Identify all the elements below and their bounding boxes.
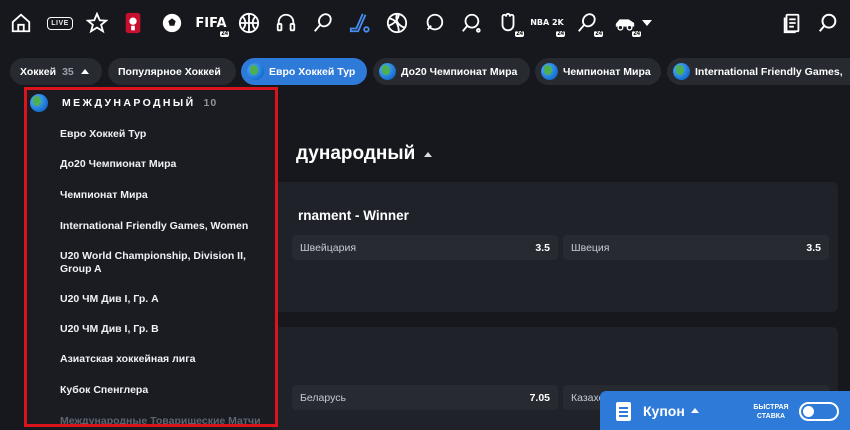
nba2k-icon[interactable]: NBA 2K 24 — [530, 8, 565, 38]
globe-icon — [30, 94, 48, 112]
odds-value: 7.05 — [529, 391, 550, 404]
globe-icon — [673, 63, 690, 80]
odds-team: Швеция — [571, 241, 610, 254]
dropdown-group-header: МЕЖДУНАРОДНЫЙ 10 — [30, 92, 217, 114]
sport-selector-count: 35 — [62, 65, 74, 78]
quick-bet-label: БЫСТРАЯ СТАВКА — [753, 404, 789, 420]
fifa-icon[interactable]: FIFA 24 — [194, 8, 229, 38]
pill-international-friendly-games[interactable]: International Friendly Games, — [667, 58, 850, 85]
pill-u20-world-championship[interactable]: До20 Чемпионат Мира — [373, 58, 530, 85]
globe-icon — [247, 63, 264, 80]
chevron-up-icon — [691, 408, 699, 413]
search-icon[interactable] — [813, 8, 843, 38]
coupon-bar[interactable]: Купон БЫСТРАЯ СТАВКА — [600, 391, 850, 430]
tennis-icon[interactable] — [308, 8, 338, 38]
football-icon[interactable] — [157, 8, 187, 38]
pill-label: Популярное Хоккей — [118, 65, 221, 78]
competition-filter-row: Хоккей 35 Популярное Хоккей Евро Хоккей … — [0, 55, 850, 87]
pill-popular-hockey[interactable]: Популярное Хоккей — [108, 58, 236, 85]
dropdown-item[interactable]: International Friendly Games, Women — [60, 220, 275, 233]
chevron-up-icon — [80, 69, 89, 74]
home-icon[interactable] — [6, 8, 36, 38]
odds-value: 3.5 — [806, 241, 821, 254]
chevron-up-icon — [424, 151, 433, 157]
globe-icon — [379, 63, 396, 80]
dropdown-item[interactable]: Чемпионат Мира — [60, 189, 275, 202]
coupon-document-icon — [616, 402, 631, 421]
pill-label: До20 Чемпионат Мира — [401, 65, 518, 78]
odds-button[interactable]: Швеция 3.5 — [563, 235, 829, 260]
pill-label: Евро Хоккей Тур — [269, 65, 356, 78]
volleyball-icon[interactable] — [382, 8, 412, 38]
live-icon[interactable]: LIVE — [45, 8, 75, 38]
dropdown-item[interactable]: U20 ЧМ Див I, Гр. А — [60, 293, 275, 306]
section-title[interactable]: дународный — [296, 143, 433, 165]
group-count: 10 — [203, 97, 218, 109]
esports-headset-icon[interactable] — [271, 8, 301, 38]
toggle-knob — [803, 406, 814, 417]
dropdown-item[interactable]: Кубок Спенглера — [60, 384, 275, 397]
group-label: МЕЖДУНАРОДНЫЙ — [62, 97, 196, 109]
pill-label: Чемпионат Мира — [563, 65, 651, 78]
star-favorites-icon[interactable] — [82, 8, 112, 38]
pill-world-championship[interactable]: Чемпионат Мира — [535, 58, 661, 85]
dropdown-item[interactable]: U20 World Championship, Division II, Gro… — [60, 250, 275, 276]
quick-bet-toggle[interactable] — [799, 402, 839, 421]
odds-team: Беларусь — [300, 391, 346, 404]
dropdown-item[interactable]: До20 Чемпионат Мира — [60, 158, 275, 171]
handball-icon[interactable] — [419, 8, 449, 38]
market-title: rnament - Winner — [298, 208, 409, 223]
odds-button[interactable]: Беларусь 7.05 — [292, 385, 558, 410]
competitions-dropdown: МЕЖДУНАРОДНЫЙ 10 Евро Хоккей Тур До20 Че… — [24, 87, 278, 427]
odds-button[interactable]: Швейцария 3.5 — [292, 235, 558, 260]
odds-team: Казахс — [571, 391, 604, 404]
hockey-icon[interactable] — [345, 8, 375, 38]
sports-nav-bar: LIVE FIFA 24 24 NBA 2K 24 24 24 — [0, 0, 850, 46]
table-tennis-icon[interactable] — [456, 8, 486, 38]
more-sports-chevron-icon[interactable] — [636, 8, 658, 38]
fighting-icon[interactable]: 24 — [493, 8, 524, 38]
odds-value: 3.5 — [535, 241, 550, 254]
pill-label: International Friendly Games, — [695, 65, 843, 78]
odds-team: Швейцария — [300, 241, 357, 254]
tennis-24-icon[interactable]: 24 — [572, 8, 603, 38]
sport-selector-label: Хоккей — [20, 65, 57, 78]
coupon-label: Купон — [643, 403, 685, 419]
globe-icon — [541, 63, 558, 80]
sport-selector-pill[interactable]: Хоккей 35 — [10, 58, 102, 85]
dropdown-item[interactable]: Азиатская хоккейная лига — [60, 353, 275, 366]
dropdown-item[interactable]: Евро Хоккей Тур — [60, 128, 275, 141]
basketball-icon[interactable] — [234, 8, 264, 38]
dropdown-item[interactable]: Международные Товарищеские Матчи — [60, 415, 275, 424]
betslip-document-icon[interactable] — [777, 8, 807, 38]
pill-euro-hockey-tour[interactable]: Евро Хоккей Тур — [241, 58, 367, 85]
dropdown-item[interactable]: U20 ЧМ Див I, Гр. В — [60, 323, 275, 336]
world-cup-icon[interactable] — [118, 8, 148, 38]
